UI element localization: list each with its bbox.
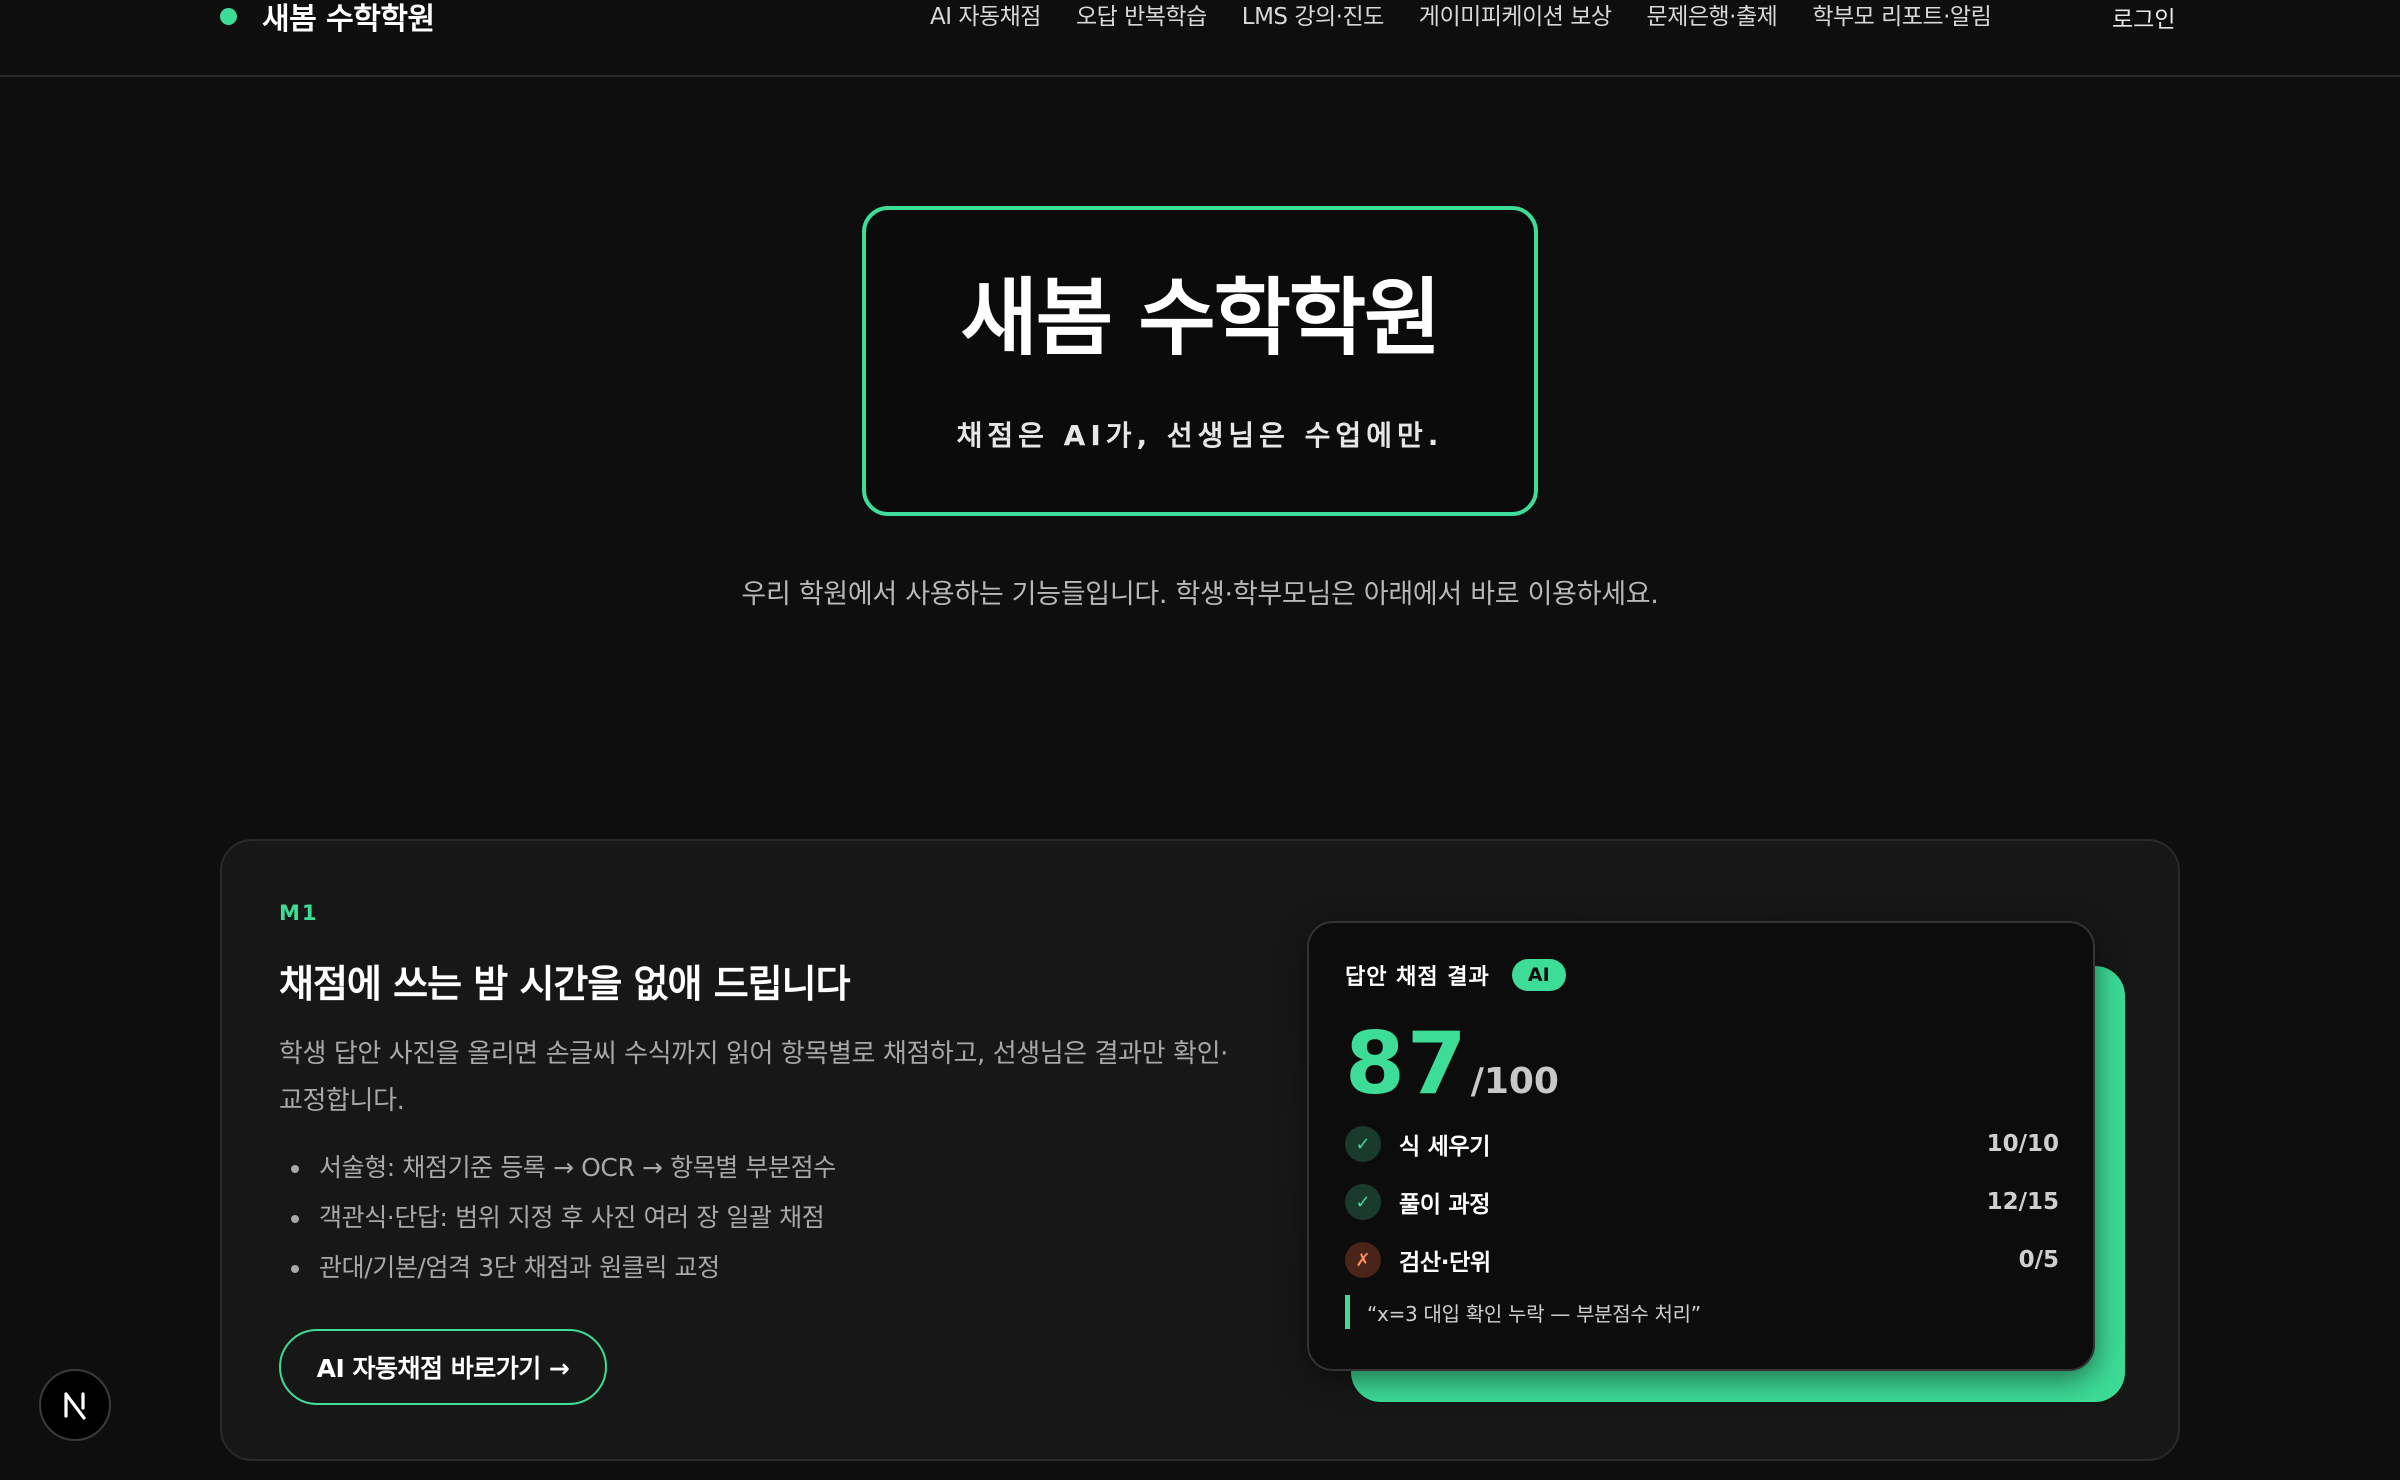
hero-description: 우리 학원에서 사용하는 기능들입니다. 학생·학부모님은 아래에서 바로 이용… — [741, 579, 1659, 610]
grading-note: “x=3 대입 확인 누락 — 부분점수 처리” — [1345, 1295, 1701, 1329]
check-icon: ✓ — [1345, 1126, 1381, 1162]
grading-result-card: 답안 채점 결과 AI 87 /100 ✓ 식 세우기 10/10 ✓ 풀이 과… — [1307, 921, 2095, 1371]
score-max: /100 — [1470, 1061, 1559, 1102]
main-nav: AI 자동채점 오답 반복학습 LMS 강의·진도 게이미피케이션 보상 문제은… — [930, 0, 2026, 34]
feature-bullet: 객관식·단답: 범위 지정 후 사진 여러 장 일괄 채점 — [279, 1193, 836, 1243]
card-title: 답안 채점 결과 — [1345, 965, 1490, 990]
nextjs-logo-icon — [64, 1392, 86, 1420]
hero-subtitle: 채점은 AI가, 선생님은 수업에만. — [956, 419, 1444, 452]
criterion-label: 식 세우기 — [1399, 1134, 1491, 1160]
criterion-row: ✓ 풀이 과정 12/15 — [1345, 1182, 2059, 1222]
ai-badge: AI — [1511, 959, 1566, 991]
cross-icon: ✗ — [1345, 1242, 1381, 1278]
brand-link[interactable]: 새봄 수학학원 — [220, 0, 435, 37]
criterion-row: ✓ 식 세우기 10/10 — [1345, 1124, 2059, 1164]
card-header: 답안 채점 결과 AI — [1345, 959, 1566, 991]
feature-bullet-list: 서술형: 채점기준 등록 → OCR → 항목별 부분점수 객관식·단답: 범위… — [279, 1143, 836, 1293]
criterion-row: ✗ 검산·단위 0/5 — [1345, 1240, 2059, 1280]
ai-grading-cta-button[interactable]: AI 자동채점 바로가기 → — [279, 1329, 607, 1405]
feature-description: 학생 답안 사진을 올리면 손글씨 수식까지 읽어 항목별로 채점하고, 선생님… — [279, 1039, 1228, 1116]
nav-item-lms[interactable]: LMS 강의·진도 — [1242, 0, 1385, 31]
feature-bullet: 관대/기본/엄격 3단 채점과 원클릭 교정 — [279, 1243, 836, 1293]
brand-name: 새봄 수학학원 — [262, 2, 435, 37]
criterion-label: 검산·단위 — [1399, 1250, 1491, 1276]
hero-box: 새봄 수학학원 채점은 AI가, 선생님은 수업에만. — [862, 206, 1538, 516]
feature-title: 채점에 쓰는 밤 시간을 없애 드립니다 — [279, 962, 851, 1006]
nav-item-parent-report[interactable]: 학부모 리포트·알림 — [1812, 0, 1991, 31]
login-link[interactable]: 로그인 — [2112, 0, 2175, 37]
feature-section-m1: M1 채점에 쓰는 밤 시간을 없애 드립니다 학생 답안 사진을 올리면 손글… — [220, 839, 2180, 1461]
check-icon: ✓ — [1345, 1184, 1381, 1220]
criterion-score: 0/5 — [2018, 1247, 2059, 1273]
criterion-label: 풀이 과정 — [1399, 1192, 1491, 1218]
hero-title: 새봄 수학학원 — [960, 269, 1442, 367]
criterion-score: 10/10 — [1986, 1131, 2059, 1157]
nextjs-dev-tools-button[interactable] — [39, 1369, 111, 1441]
top-nav-bar: 새봄 수학학원 AI 자동채점 오답 반복학습 LMS 강의·진도 게이미피케이… — [0, 0, 2400, 77]
score-display: 87 /100 — [1345, 1021, 1559, 1107]
nav-item-ai-grading[interactable]: AI 자동채점 — [930, 0, 1041, 31]
nav-item-gamification[interactable]: 게이미피케이션 보상 — [1419, 0, 1612, 31]
page: 새봄 수학학원 AI 자동채점 오답 반복학습 LMS 강의·진도 게이미피케이… — [0, 0, 2400, 1480]
feature-code: M1 — [279, 901, 319, 925]
score-value: 87 — [1345, 1014, 1469, 1114]
criterion-score: 12/15 — [1986, 1189, 2059, 1215]
brand-dot-icon — [220, 7, 237, 25]
feature-bullet: 서술형: 채점기준 등록 → OCR → 항목별 부분점수 — [279, 1143, 836, 1193]
nav-item-question-bank[interactable]: 문제은행·출제 — [1647, 0, 1778, 31]
nav-item-wrong-answer-review[interactable]: 오답 반복학습 — [1076, 0, 1207, 31]
